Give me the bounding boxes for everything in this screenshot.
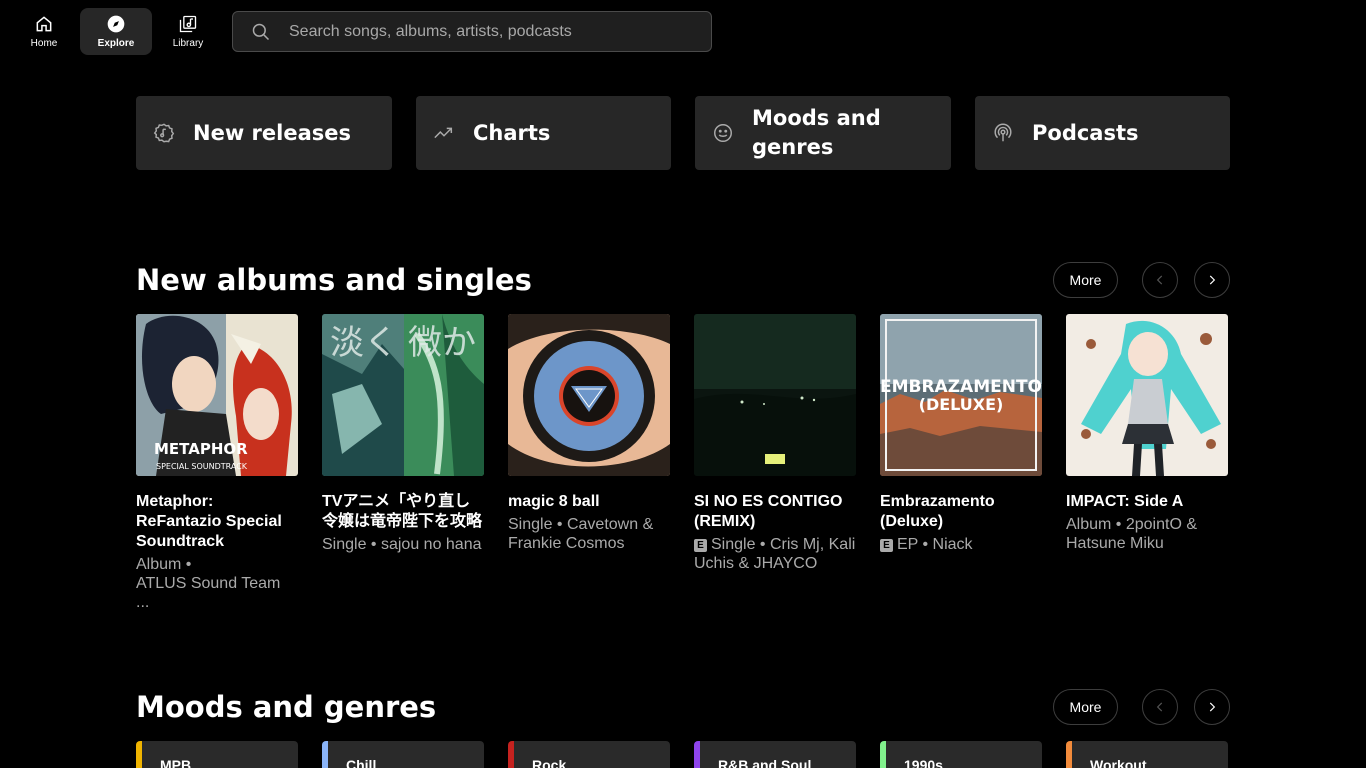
nav-home[interactable]: Home	[8, 8, 80, 55]
podcasts-label: Podcasts	[1032, 120, 1139, 145]
album-card[interactable]: EMBRAZAMENTO (DELUXE) Embrazamento (Delu…	[880, 314, 1042, 612]
home-icon	[36, 16, 52, 32]
album-title[interactable]: Metaphor: ReFantazio Special Soundtrack	[136, 492, 298, 552]
album-card[interactable]: METAPHOR SPECIAL SOUNDTRACK Metaphor: Re…	[136, 314, 298, 612]
album-subtitle-text: EP • Niack	[897, 536, 973, 553]
nav-library-label: Library	[172, 38, 204, 49]
album-art[interactable]: EMBRAZAMENTO (DELUXE)	[880, 314, 1042, 476]
search-input[interactable]	[289, 22, 689, 41]
mood-tile[interactable]: Chill	[322, 741, 484, 768]
nav-explore-label: Explore	[97, 38, 135, 49]
album-card[interactable]: SI NO ES CONTIGO (REMIX) E Single • Cris …	[694, 314, 856, 612]
nav-explore[interactable]: Explore	[80, 8, 152, 55]
album-card[interactable]: IMPACT: Side A Album • 2pointO & Hatsune…	[1066, 314, 1228, 612]
album-art[interactable]	[694, 314, 856, 476]
album-artist[interactable]: Uchis & JHAYCO	[694, 554, 856, 573]
album-subtitle: Single • sajou no hana	[322, 536, 482, 553]
library-icon	[179, 15, 197, 33]
moods-genres-button[interactable]: Moods and genres	[695, 96, 951, 170]
mood-tile[interactable]: 1990s	[880, 741, 1042, 768]
mood-tile[interactable]: Workout	[1066, 741, 1228, 768]
explicit-badge: E	[694, 539, 707, 552]
album-subtitle: Single • Cavetown &	[508, 516, 654, 533]
album-title[interactable]: SI NO ES CONTIGO (REMIX)	[694, 492, 856, 532]
album-art[interactable]: 淡く 微か	[322, 314, 484, 476]
sajou-cover: 淡く 微か	[322, 314, 484, 476]
chevron-left-icon	[1156, 275, 1163, 285]
album-subtitle: Album • 2pointO &	[1066, 516, 1197, 533]
chevron-left-icon	[1156, 702, 1163, 712]
section-title[interactable]: New albums and singles	[136, 263, 1053, 297]
moods-grid: MPB Chill Rock R&B and Soul 1990s Workou…	[136, 741, 1228, 768]
svg-text:微か: 微か	[408, 323, 476, 363]
album-artist[interactable]: Frankie Cosmos	[508, 534, 670, 553]
more-button[interactable]: More	[1053, 689, 1118, 725]
compass-icon	[107, 15, 125, 33]
embrazamento-sub: (DELUXE)	[919, 395, 1004, 414]
magic-8-ball-cover	[508, 314, 670, 476]
album-subtitle: Album •	[136, 556, 192, 573]
smiley-icon	[714, 124, 732, 142]
moods-genres-label: Moods and genres	[752, 106, 881, 159]
charts-button[interactable]: Charts	[416, 96, 671, 170]
album-carousel: METAPHOR SPECIAL SOUNDTRACK Metaphor: Re…	[136, 314, 1228, 612]
metaphor-sub: SPECIAL SOUNDTRACK	[156, 462, 248, 471]
album-subtitle: E EP • Niack	[880, 535, 1042, 554]
nav-home-label: Home	[30, 38, 58, 49]
album-artist[interactable]: Hatsune Miku	[1066, 534, 1228, 553]
embrazamento-cover: EMBRAZAMENTO (DELUXE)	[880, 314, 1042, 476]
album-art[interactable]	[1066, 314, 1228, 476]
impact-side-a-cover	[1066, 314, 1228, 476]
new-releases-label: New releases	[193, 120, 351, 145]
metaphor-logo: METAPHOR	[154, 440, 248, 458]
metaphor-cover: METAPHOR SPECIAL SOUNDTRACK	[136, 314, 298, 476]
album-art[interactable]	[508, 314, 670, 476]
chevron-right-icon	[1209, 702, 1216, 712]
search-icon	[252, 23, 270, 40]
previous-button[interactable]	[1142, 262, 1178, 298]
album-subtitle: E Single • Cris Mj, Kali	[694, 535, 856, 554]
moods-header: Moods and genres More	[136, 689, 1230, 725]
top-nav: Home Explore Library	[8, 8, 224, 55]
next-button[interactable]	[1194, 689, 1230, 725]
mood-tile[interactable]: MPB	[136, 741, 298, 768]
search-bar[interactable]	[232, 11, 712, 52]
embrazamento-title: EMBRAZAMENTO	[880, 377, 1042, 397]
podcasts-button[interactable]: Podcasts	[975, 96, 1230, 170]
si-no-es-contigo-cover	[694, 314, 856, 476]
next-button[interactable]	[1194, 262, 1230, 298]
album-art[interactable]: METAPHOR SPECIAL SOUNDTRACK	[136, 314, 298, 476]
svg-text:淡く: 淡く	[330, 323, 398, 363]
chevron-right-icon	[1209, 275, 1216, 285]
new-albums-header: New albums and singles More	[136, 262, 1230, 298]
album-title[interactable]: IMPACT: Side A	[1066, 492, 1228, 512]
album-title[interactable]: Embrazamento (Deluxe)	[880, 492, 1042, 532]
mood-tile[interactable]: R&B and Soul	[694, 741, 856, 768]
album-subtitle-text: Single • Cris Mj, Kali	[711, 536, 856, 553]
more-button[interactable]: More	[1053, 262, 1118, 298]
new-releases-icon	[153, 123, 175, 143]
charts-label: Charts	[473, 120, 551, 145]
previous-button[interactable]	[1142, 689, 1178, 725]
album-card[interactable]: magic 8 ball Single • Cavetown & Frankie…	[508, 314, 670, 612]
nav-library[interactable]: Library	[152, 8, 224, 55]
explicit-badge: E	[880, 539, 893, 552]
section-title[interactable]: Moods and genres	[136, 690, 1053, 724]
category-buttons: New releases Charts Moods and genres Pod…	[136, 96, 1230, 170]
new-releases-button[interactable]: New releases	[136, 96, 392, 170]
album-title[interactable]: magic 8 ball	[508, 492, 670, 512]
trending-icon	[434, 127, 453, 139]
album-artist[interactable]: ATLUS Sound Team ...	[136, 574, 298, 612]
album-title[interactable]: TVアニメ「やり直し令嬢は竜帝陛下を攻略	[322, 492, 484, 532]
mood-tile[interactable]: Rock	[508, 741, 670, 768]
album-card[interactable]: 淡く 微か TVアニメ「やり直し令嬢は竜帝陛下を攻略 Single • sajo…	[322, 314, 484, 612]
podcast-icon	[994, 123, 1012, 142]
